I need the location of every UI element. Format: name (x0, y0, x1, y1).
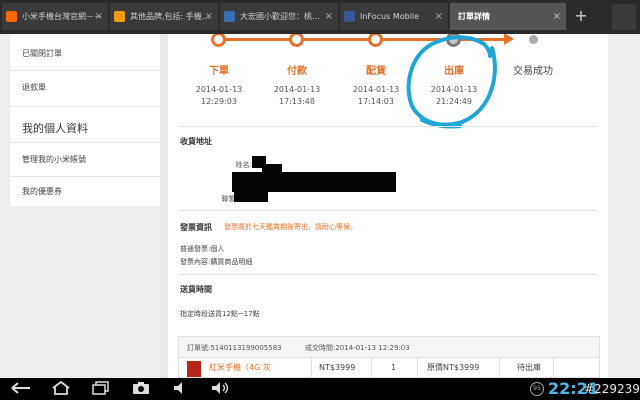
camera-icon[interactable] (130, 381, 152, 397)
redaction-mark (232, 172, 396, 192)
delivery-section-title: 送貨時間 (180, 285, 212, 294)
invoice-notice: 發票將於七天鑑賞期後寄出，請耐心等候。 (224, 223, 357, 231)
progress-dot-order (211, 34, 226, 47)
order-detail-panel: 下單 付款 配貨 出庫 交易成功 2014-01-13 12:29:03 2014… (168, 34, 608, 378)
progress-arrow-icon (504, 34, 514, 45)
step-timestamp-packing: 2014-01-13 17:14:03 (341, 84, 411, 108)
original-price: 原價NT$3999 (427, 363, 480, 372)
sidebar-section-heading: 我的個人資料 (22, 122, 88, 135)
battery-status-badge: 95 (530, 382, 544, 396)
recent-apps-icon[interactable] (90, 381, 112, 397)
system-navigation-bar: 95 22:21 #2292390 (0, 378, 640, 400)
field-label-name: 姓名: (235, 161, 252, 169)
order-time: 成交時間:2014-01-13 12:29:03 (305, 344, 410, 352)
account-sidebar: 已關閉訂單 退款單 我的個人資料 管理我的小米帳號 我的優惠券 (10, 34, 160, 206)
invoice-type: 普通發票:個人 (180, 245, 225, 253)
browser-tab-bar: 小米手機台灣官網－－ × 其他品牌,包括: 手機… × 大宏國小歡迎您：桃… ×… (0, 0, 640, 34)
address-section-title: 收貨地址 (180, 137, 212, 146)
table-divider (311, 358, 312, 378)
home-icon[interactable] (50, 380, 72, 397)
tab-school[interactable]: 大宏國小歡迎您：桃… × (220, 3, 338, 30)
table-divider (499, 358, 500, 378)
step-label-payment: 付款 (287, 66, 307, 77)
tab-label: 大宏國小歡迎您：桃… (240, 12, 320, 21)
sidebar-item-coupons[interactable]: 我的優惠券 (22, 186, 62, 197)
image-id-watermark: #2292390 (584, 382, 640, 396)
school-favicon-icon (224, 11, 235, 22)
step-date: 2014-01-13 (195, 85, 243, 94)
sidebar-divider (10, 106, 160, 107)
progress-dot-payment (289, 34, 304, 47)
item-quantity: 1 (391, 363, 397, 372)
step-label-order: 下單 (209, 66, 229, 77)
new-tab-button[interactable]: + (572, 6, 590, 26)
sidebar-item-manage-account[interactable]: 管理我的小米帳號 (22, 154, 86, 165)
step-timestamp-order: 2014-01-13 12:29:03 (184, 84, 254, 108)
sidebar-divider (10, 142, 160, 143)
sidebar-item-closed-orders[interactable]: 已關閉訂單 (22, 48, 62, 59)
progress-dot-complete (529, 35, 538, 44)
step-label-packing: 配貨 (366, 66, 386, 77)
table-divider (553, 358, 554, 378)
facebook-favicon-icon (344, 11, 355, 22)
product-thumbnail (187, 361, 201, 377)
delivery-time-text: 指定時段送貨12點~17點 (180, 310, 260, 318)
table-divider (417, 358, 418, 378)
tab-xiaomi[interactable]: 小米手機台灣官網－－ × (2, 3, 108, 30)
xiaomi-favicon-icon (6, 11, 17, 22)
step-date: 2014-01-13 (352, 85, 400, 94)
item-status: 待出庫 (517, 363, 541, 372)
order-number: 訂單號:5140113199005583 (187, 344, 282, 352)
progress-dot-packing (368, 34, 383, 47)
section-divider (178, 210, 598, 211)
invoice-content: 發票內容:購買商品明細 (180, 258, 253, 266)
tab-other-brands[interactable]: 其他品牌,包括: 手機… × (110, 3, 218, 30)
step-time: 17:14:03 (358, 97, 394, 106)
tab-infocus[interactable]: InFocus Mobile × (340, 3, 448, 30)
close-icon[interactable]: × (325, 3, 333, 30)
step-label-complete: 交易成功 (513, 66, 553, 77)
step-timestamp-payment: 2014-01-13 17:13:48 (262, 84, 332, 108)
volume-up-icon[interactable] (210, 381, 232, 397)
invoice-section-title: 發票資訊 (180, 223, 212, 232)
scroll-rail (160, 34, 168, 378)
close-icon[interactable]: × (205, 3, 213, 30)
order-progress-tracker: 下單 付款 配貨 出庫 交易成功 2014-01-13 12:29:03 2014… (168, 34, 608, 114)
sidebar-divider (10, 176, 160, 177)
section-divider (178, 126, 598, 127)
order-info-header: 訂單號:5140113199005583 成交時間:2014-01-13 12:… (178, 336, 600, 358)
item-price: NT$3999 (319, 363, 356, 372)
tab-menu-button[interactable] (612, 4, 636, 30)
redaction-mark (234, 190, 268, 202)
tab-order-details[interactable]: 訂單詳情 × (450, 3, 566, 30)
forum-favicon-icon (114, 11, 125, 22)
product-name-link[interactable]: 紅米手機（4G 灰 (209, 358, 271, 378)
sidebar-item-refunds[interactable]: 退款單 (22, 82, 46, 93)
volume-down-icon[interactable] (170, 381, 192, 397)
close-icon[interactable]: × (435, 3, 443, 30)
page-content: 已關閉訂單 退款單 我的個人資料 管理我的小米帳號 我的優惠券 下單 付款 配貨… (0, 34, 640, 378)
close-icon[interactable]: × (95, 3, 103, 30)
hand-drawn-circle-annotation (406, 35, 497, 129)
table-divider (371, 358, 372, 378)
step-time: 12:29:03 (201, 97, 237, 106)
close-icon[interactable]: × (553, 3, 561, 30)
tab-label: 訂單詳情 (458, 12, 490, 21)
back-icon[interactable] (10, 381, 32, 397)
sidebar-divider (10, 70, 160, 71)
section-divider (178, 274, 598, 275)
redaction-mark (262, 164, 282, 178)
step-date: 2014-01-13 (273, 85, 321, 94)
order-item-row: 紅米手機（4G 灰 NT$3999 1 原價NT$3999 待出庫 (178, 358, 600, 378)
step-time: 17:13:48 (279, 97, 315, 106)
